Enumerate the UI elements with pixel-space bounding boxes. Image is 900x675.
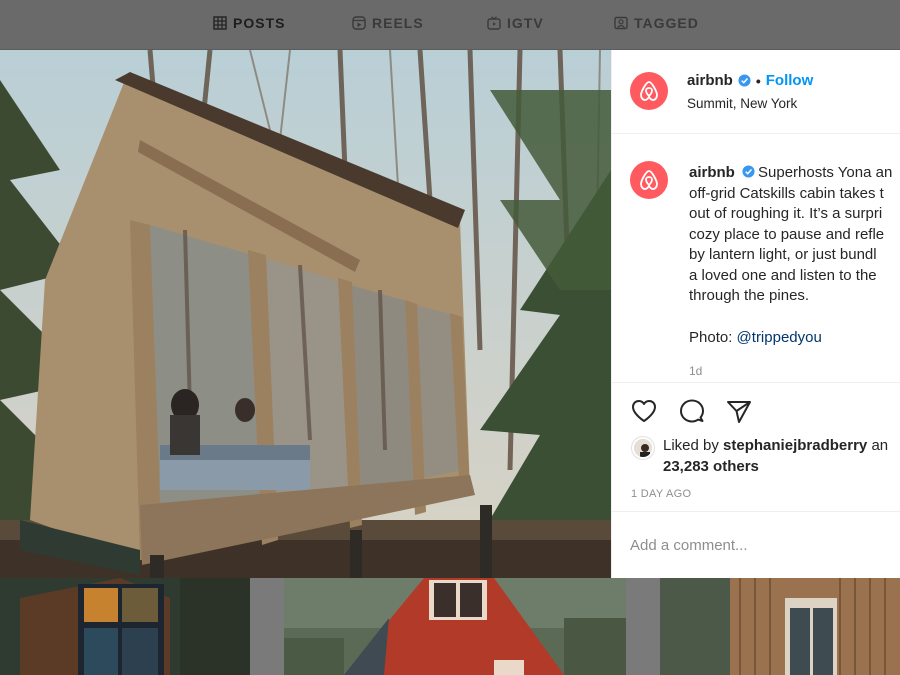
- tab-tagged[interactable]: TAGGED: [614, 13, 699, 33]
- tab-posts[interactable]: POSTS: [213, 13, 285, 33]
- username-link[interactable]: airbnb: [687, 72, 733, 89]
- caption-avatar[interactable]: [630, 161, 668, 199]
- tagged-icon: [614, 16, 628, 30]
- share-button[interactable]: [725, 397, 753, 425]
- comment-box: [612, 511, 900, 578]
- caption-line: off-grid Catskills cabin takes t: [689, 184, 884, 202]
- grid-icon: [213, 16, 227, 30]
- liked-by-suffix: an: [871, 437, 889, 454]
- liked-by-prefix: Liked by: [663, 437, 719, 454]
- caption-line: out of roughing it. It’s a surpri: [689, 205, 883, 222]
- thumbnail-image: [0, 578, 250, 675]
- igtv-icon: [487, 16, 501, 30]
- verified-badge-icon: [742, 165, 755, 178]
- airbnb-logo-icon: [640, 81, 658, 101]
- caption-line: through the pines.: [689, 287, 810, 304]
- separator-dot: •: [755, 72, 761, 89]
- heart-icon: [632, 400, 656, 422]
- posts-grid: [0, 578, 900, 675]
- grid-thumbnail[interactable]: [660, 578, 900, 675]
- thumbnail-image: [660, 578, 900, 675]
- location-link[interactable]: Summit, New York: [687, 96, 797, 111]
- post-side-panel: airbnb • Follow Summit, New York airbnb …: [611, 50, 900, 578]
- grid-thumbnail[interactable]: [0, 578, 250, 675]
- tab-reels-label: REELS: [372, 15, 424, 31]
- liked-by-line: Liked by stephaniejbradberry an: [663, 435, 888, 456]
- paper-plane-icon: [727, 401, 751, 423]
- comment-icon: [680, 399, 704, 423]
- follow-button[interactable]: Follow: [766, 72, 814, 89]
- likes-count-link[interactable]: 23,283 others: [663, 456, 759, 477]
- photo-credit-label: Photo:: [689, 329, 733, 346]
- caption-timestamp[interactable]: 1d: [689, 364, 702, 378]
- post-actions: Liked by stephaniejbradberry an 23,283 o…: [612, 382, 900, 511]
- caption-line: cozy place to pause and refle: [689, 225, 885, 243]
- photo-credit-mention[interactable]: @trippedyou: [737, 329, 822, 346]
- tab-igtv-label: IGTV: [507, 15, 544, 31]
- caption-username-link[interactable]: airbnb: [689, 164, 735, 181]
- tab-posts-label: POSTS: [233, 15, 286, 31]
- caption-text: airbnb Superhosts Yona an off-grid Catsk…: [689, 163, 900, 307]
- post-caption: airbnb Superhosts Yona an off-grid Catsk…: [612, 134, 900, 382]
- comment-button[interactable]: [678, 397, 706, 425]
- post-photo[interactable]: [0, 50, 611, 578]
- thumbnail-image: [284, 578, 626, 675]
- liker-avatar-image: [634, 439, 652, 457]
- caption-line: Superhosts Yona an: [758, 164, 893, 181]
- post-author: airbnb • Follow: [687, 72, 813, 89]
- post-date[interactable]: 1 DAY AGO: [631, 488, 691, 500]
- comment-input[interactable]: [630, 532, 880, 558]
- cabin-photo-image: [0, 50, 611, 578]
- verified-badge-icon: [738, 74, 751, 87]
- profile-tab-bar: POSTS REELS IGTV TAGGED: [0, 0, 900, 50]
- post-header: airbnb • Follow Summit, New York: [612, 50, 900, 134]
- photo-credit: Photo: @trippedyou: [689, 329, 822, 346]
- liker-avatar[interactable]: [632, 437, 654, 459]
- airbnb-logo-icon: [640, 170, 658, 190]
- liked-by-user-link[interactable]: stephaniejbradberry: [723, 437, 867, 454]
- caption-line: a loved one and listen to the: [689, 266, 877, 284]
- tab-reels[interactable]: REELS: [352, 13, 424, 33]
- caption-line: by lantern light, or just bundl: [689, 246, 877, 263]
- reels-icon: [352, 16, 366, 30]
- tab-tagged-label: TAGGED: [634, 15, 699, 31]
- like-button[interactable]: [630, 397, 658, 425]
- grid-thumbnail[interactable]: [284, 578, 626, 675]
- avatar[interactable]: [630, 72, 668, 110]
- tab-igtv[interactable]: IGTV: [487, 13, 544, 33]
